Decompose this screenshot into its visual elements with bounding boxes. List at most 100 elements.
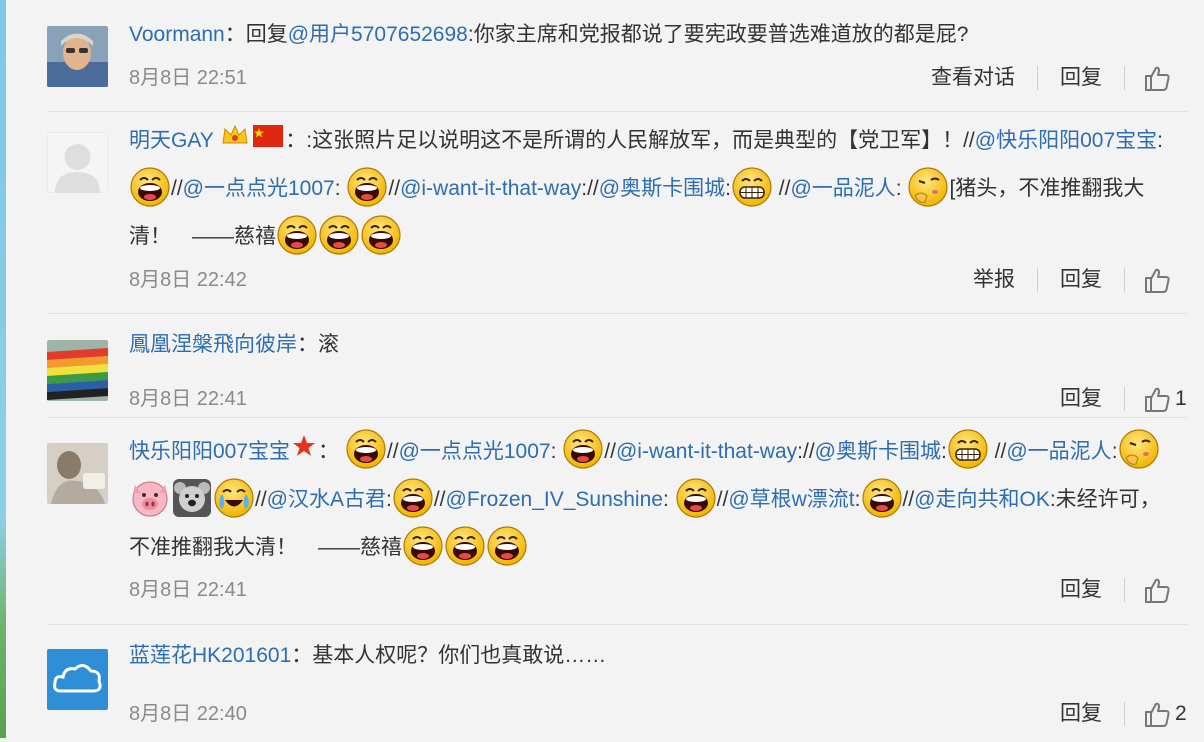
timestamp: 8月8日 22:42 [129, 269, 247, 291]
mention-link[interactable]: @一点点光1007 [183, 177, 335, 200]
comment-body: :你家主席和党报都说了要宪政要普选难道放的都是屁? [467, 23, 969, 46]
like-count: 1 [1175, 387, 1187, 410]
thumbs-up-icon [1143, 266, 1171, 294]
mention-link[interactable]: @Frozen_IV_Sunshine [446, 488, 663, 511]
grin-emoji-icon [947, 428, 989, 470]
like-count: 2 [1175, 702, 1187, 725]
like-button[interactable] [1125, 266, 1187, 294]
reply-link[interactable]: 回复 [1038, 384, 1124, 414]
comment-actions: 举报 回复 [951, 265, 1187, 295]
username-link[interactable]: 明天GAY [129, 129, 213, 152]
mention-link[interactable]: @用户5707652698 [288, 23, 468, 46]
punctuation: // [388, 177, 401, 201]
punctuation: // [255, 488, 267, 512]
punctuation: ： [318, 440, 340, 463]
separator: ： [224, 23, 246, 46]
punctuation: // [772, 177, 791, 201]
punctuation: // [902, 488, 915, 512]
laugh-emoji-icon [129, 166, 171, 208]
like-button[interactable]: 2 [1125, 700, 1187, 728]
reply-link[interactable]: 回复 [1038, 699, 1124, 729]
red-star-icon [292, 428, 316, 476]
avatar[interactable] [47, 26, 108, 87]
thumbs-up-icon [1143, 64, 1171, 92]
mention-link[interactable]: @一品泥人 [790, 177, 895, 200]
think-emoji-icon [907, 166, 949, 208]
laugh-emoji-icon [345, 428, 387, 470]
comment-text: 明天GAY ：:这张照片足以说明这不是所谓的人民解放军，而是典型的【党卫军】！/… [129, 117, 1169, 261]
username-link[interactable]: 蓝莲花HK201601 [129, 644, 291, 667]
mention-link[interactable]: @一品泥人 [1006, 440, 1111, 463]
crown-icon [221, 117, 249, 165]
laugh-emoji-icon [346, 166, 388, 208]
mention-link[interactable]: @i-want-it-that-way [616, 440, 797, 463]
thumbs-up-icon [1143, 700, 1171, 728]
like-button[interactable] [1125, 576, 1187, 604]
avatar[interactable] [47, 132, 108, 193]
crying-laugh-icon [213, 477, 255, 519]
comment-body: ：滚 [297, 333, 339, 356]
comment-meta: 8月8日 22:40 回复 2 [129, 699, 1187, 729]
mention-link[interactable]: @走向共和OK [914, 488, 1050, 511]
comment-meta: 8月8日 22:41 回复 [129, 575, 1187, 605]
avatar[interactable] [47, 340, 108, 401]
username-link[interactable]: 快乐阳阳007宝宝 [129, 440, 290, 463]
laugh-emoji-icon [675, 477, 717, 519]
mention-link[interactable]: @草根w漂流t [728, 488, 854, 511]
comment-body: ：基本人权呢？你们也真敢说…… [291, 644, 607, 667]
comment-meta: 8月8日 22:42 举报 回复 [129, 265, 1187, 295]
pig-face-icon [129, 477, 171, 519]
punctuation: :// [581, 177, 599, 201]
mention-link[interactable]: @i-want-it-that-way [400, 177, 581, 200]
punctuation: : [334, 177, 341, 201]
punctuation: : [662, 488, 669, 512]
laugh-emoji-icon [318, 214, 360, 256]
mention-link[interactable]: @奥斯卡围城 [815, 440, 941, 463]
punctuation: // [604, 440, 616, 463]
timestamp: 8月8日 22:51 [129, 67, 247, 89]
comment-actions: 回复 [1038, 575, 1187, 605]
mention-link[interactable]: @一点点光1007 [399, 440, 551, 463]
comment-item: Voormann：回复@用户5707652698:你家主席和党报都说了要宪政要普… [47, 0, 1187, 112]
comment-text: 快乐阳阳007宝宝： //@一点点光1007: //@i-want-it-tha… [129, 428, 1169, 572]
think-emoji-icon [1118, 428, 1160, 470]
laugh-emoji-icon [562, 428, 604, 470]
report-link[interactable]: 举报 [951, 265, 1037, 295]
like-button[interactable] [1125, 64, 1187, 92]
laugh-emoji-icon [486, 525, 528, 567]
mention-link[interactable]: @奥斯卡围城 [599, 177, 725, 200]
avatar[interactable] [47, 443, 108, 504]
punctuation: : [895, 177, 902, 201]
reply-link[interactable]: 回复 [1038, 63, 1124, 93]
punctuation: // [171, 177, 183, 201]
comment-list: Voormann：回复@用户5707652698:你家主席和党报都说了要宪政要普… [47, 0, 1187, 742]
view-conversation-link[interactable]: 查看对话 [909, 63, 1037, 93]
reply-prefix: 回复 [245, 23, 288, 46]
laugh-emoji-icon [392, 477, 434, 519]
punctuation: :// [797, 440, 815, 463]
timestamp: 8月8日 22:41 [129, 388, 247, 410]
username-link[interactable]: Voormann [129, 23, 225, 46]
laugh-emoji-icon [360, 214, 402, 256]
punctuation: // [988, 440, 1007, 463]
comment-meta: 8月8日 22:51 查看对话 回复 [129, 63, 1187, 93]
punctuation: : [1157, 129, 1163, 152]
punctuation: // [716, 488, 729, 512]
punctuation: // [386, 440, 399, 463]
username-link[interactable]: 鳳凰涅槃飛向彼岸 [129, 333, 297, 356]
punctuation: // [433, 488, 446, 512]
laugh-emoji-icon [402, 525, 444, 567]
grin-emoji-icon [731, 166, 773, 208]
avatar[interactable] [47, 649, 108, 710]
mention-link[interactable]: @快乐阳阳007宝宝 [975, 129, 1157, 152]
thumbs-up-icon [1143, 385, 1171, 413]
reply-link[interactable]: 回复 [1038, 265, 1124, 295]
reply-link[interactable]: 回复 [1038, 575, 1124, 605]
mention-link[interactable]: @汉水A古君 [267, 488, 386, 511]
like-button[interactable]: 1 [1125, 385, 1187, 413]
timestamp: 8月8日 22:40 [129, 703, 247, 725]
comment-body: ：:这张照片足以说明这不是所谓的人民解放军，而是典型的【党卫军】！// [285, 129, 975, 152]
laugh-emoji-icon [861, 477, 903, 519]
china-flag-icon [253, 117, 284, 165]
window-edge-strip [0, 0, 6, 738]
